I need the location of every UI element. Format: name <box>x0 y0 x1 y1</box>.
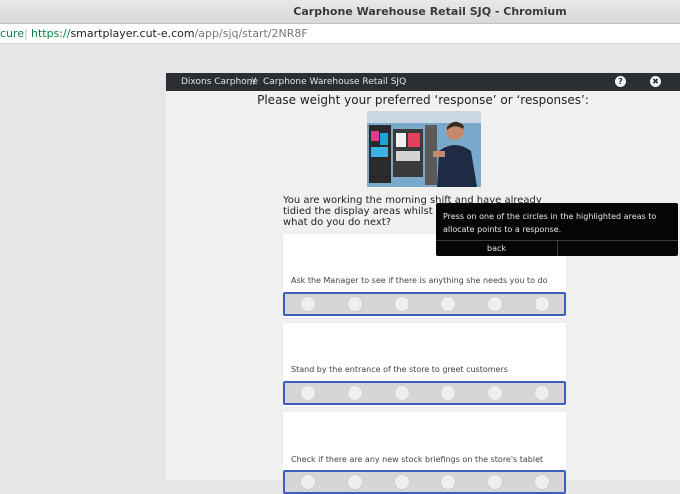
back-button[interactable]: back <box>436 241 557 256</box>
url-scheme: https:// <box>31 27 71 40</box>
help-icon[interactable]: ? <box>615 76 626 87</box>
window-title: Carphone Warehouse Retail SJQ - Chromium <box>293 5 567 18</box>
weight-circle[interactable] <box>487 474 503 490</box>
weight-circle[interactable] <box>534 385 550 401</box>
weight-circle[interactable] <box>440 385 456 401</box>
scenario-photo <box>367 111 481 187</box>
instruction-heading: Please weight your preferred ‘response’ … <box>257 93 589 107</box>
weight-bar-1[interactable] <box>283 292 566 316</box>
address-bar[interactable]: cure | https://smartplayer.cut-e.com/app… <box>0 24 680 44</box>
url-text[interactable]: https://smartplayer.cut-e.com/app/sjq/st… <box>31 24 308 43</box>
weight-circle[interactable] <box>300 296 316 312</box>
weight-circle[interactable] <box>347 474 363 490</box>
weight-bar-2[interactable] <box>283 381 566 405</box>
tooltip-button-separator <box>557 241 558 256</box>
weight-circle[interactable] <box>300 385 316 401</box>
tooltip-message: Press on one of the circles in the highl… <box>443 212 657 234</box>
response-label-1: Ask the Manager to see if there is anyth… <box>291 276 548 285</box>
close-icon[interactable]: ✖ <box>650 76 661 87</box>
secure-label: cure <box>0 27 25 40</box>
window-titlebar: Carphone Warehouse Retail SJQ - Chromium <box>0 0 680 24</box>
address-separator: | <box>24 27 28 40</box>
weight-circle[interactable] <box>347 385 363 401</box>
weight-circle[interactable] <box>487 296 503 312</box>
weight-circle[interactable] <box>394 385 410 401</box>
response-label-2: Stand by the entrance of the store to gr… <box>291 365 508 374</box>
weight-circle[interactable] <box>394 296 410 312</box>
weight-circle[interactable] <box>534 296 550 312</box>
help-tooltip: Press on one of the circles in the highl… <box>436 203 678 256</box>
weight-circle[interactable] <box>347 296 363 312</box>
response-label-3: Check if there are any new stock briefin… <box>291 455 544 464</box>
url-host: smartplayer.cut-e.com <box>70 27 195 40</box>
response-card-3: Check if there are any new stock briefin… <box>283 412 566 494</box>
assessment-content: Please weight your preferred ‘response’ … <box>166 91 680 494</box>
weight-circle[interactable] <box>300 474 316 490</box>
weight-circle[interactable] <box>534 474 550 490</box>
url-path: /app/sjq/start/2NR8F <box>194 27 308 40</box>
weight-bar-3[interactable] <box>283 470 566 494</box>
response-card-2: Stand by the entrance of the store to gr… <box>283 323 566 407</box>
weight-circle[interactable] <box>487 385 503 401</box>
weight-circle[interactable] <box>440 296 456 312</box>
app-header: Dixons Carphone // Carphone Warehouse Re… <box>166 73 680 91</box>
breadcrumb-company: Dixons Carphone <box>181 77 258 87</box>
breadcrumb-separator: // <box>250 77 257 87</box>
weight-circle[interactable] <box>440 474 456 490</box>
weight-circle[interactable] <box>394 474 410 490</box>
breadcrumb-assessment: Carphone Warehouse Retail SJQ <box>263 77 407 87</box>
